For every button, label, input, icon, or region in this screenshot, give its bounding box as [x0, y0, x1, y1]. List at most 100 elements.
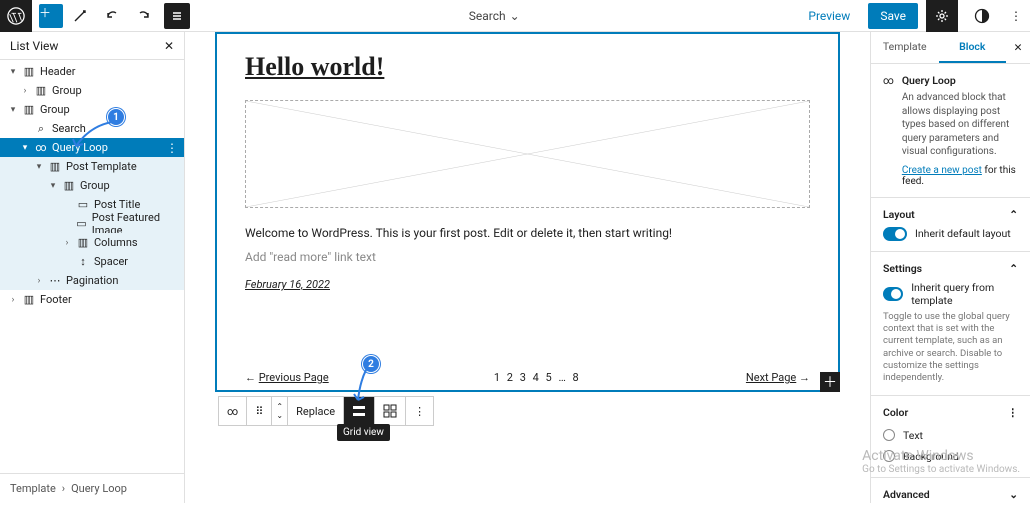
- sidebar-close-icon[interactable]: ✕: [1006, 32, 1030, 63]
- loop-icon: ∞: [883, 74, 894, 87]
- layout-section: Layout ⌃ Inherit default layout: [871, 198, 1030, 252]
- loop-icon: ∞: [34, 141, 48, 154]
- readmore-input[interactable]: Add "read more" link text: [245, 250, 810, 264]
- block-description: An advanced block that allows displaying…: [902, 91, 1018, 159]
- toggle-on-icon: [883, 227, 907, 241]
- settings-title: Settings: [883, 262, 922, 275]
- block-name: Query Loop: [902, 74, 1018, 87]
- featured-image-placeholder[interactable]: [245, 100, 810, 208]
- move-arrows[interactable]: ⌃⌄: [272, 397, 288, 425]
- more-icon[interactable]: ⋮: [1008, 406, 1019, 419]
- post-title[interactable]: Hello world!: [245, 52, 810, 82]
- more-icon[interactable]: ⋮: [166, 141, 178, 155]
- listview-header: List View ✕: [0, 32, 184, 60]
- more-menu[interactable]: ⋮: [1006, 0, 1026, 32]
- preview-button[interactable]: Preview: [798, 3, 860, 29]
- drag-handle-icon[interactable]: ⠿: [247, 397, 272, 425]
- color-bg-row[interactable]: Background: [883, 446, 1018, 467]
- topbar-right: Preview Save ⋮: [798, 0, 1030, 32]
- sidebar-tabs: Template Block ✕: [871, 32, 1030, 64]
- tab-template[interactable]: Template: [871, 32, 939, 63]
- close-icon[interactable]: ✕: [164, 39, 174, 53]
- breadcrumb: Template › Query Loop: [0, 473, 184, 503]
- template-icon: ▥: [48, 160, 62, 173]
- tree-item-group[interactable]: ▾▥Group: [0, 176, 184, 195]
- block-info-section: ∞ Query Loop An advanced block that allo…: [871, 64, 1030, 198]
- listview-panel: List View ✕ ▾▥Header ›▥Group ▾▥Group ⌕Se…: [0, 32, 185, 503]
- group-icon: ▥: [34, 84, 48, 97]
- layout-title: Layout: [883, 208, 915, 221]
- canvas-inner: Hello world! Welcome to WordPress. This …: [215, 32, 840, 503]
- save-button[interactable]: Save: [868, 3, 918, 29]
- grid-view-layout-button[interactable]: [375, 397, 406, 425]
- breadcrumb-leaf[interactable]: Query Loop: [71, 482, 127, 495]
- tree-item-group[interactable]: ›▥Group: [0, 81, 184, 100]
- editor-canvas: Hello world! Welcome to WordPress. This …: [185, 32, 870, 503]
- chevron-down-icon: ⌄: [1009, 488, 1018, 501]
- post-content[interactable]: Welcome to WordPress. This is your first…: [245, 226, 810, 240]
- columns-icon: ▥: [76, 236, 90, 249]
- toggle-on-icon: [883, 287, 903, 301]
- spacer-icon: ↕: [76, 255, 90, 268]
- color-swatch-icon: [883, 450, 895, 462]
- color-section: Color ⋮ Text Background: [871, 396, 1030, 478]
- listview-toggle[interactable]: [164, 3, 190, 29]
- callout-arrow-1: [70, 118, 116, 152]
- create-post-link[interactable]: Create a new post: [902, 165, 982, 176]
- tree-item-columns[interactable]: ›▥Columns: [0, 233, 184, 252]
- listview-title: List View: [10, 39, 58, 53]
- callout-arrow-2: [352, 368, 372, 404]
- chevron-down-icon: ⌄: [510, 9, 520, 23]
- group-icon: ▥: [62, 179, 76, 192]
- group-icon: ▥: [22, 103, 36, 116]
- image-icon: ▭: [75, 217, 88, 230]
- pagination-numbers[interactable]: 1 2 3 4 5 … 8: [494, 371, 581, 384]
- tree-item-header[interactable]: ▾▥Header: [0, 62, 184, 81]
- color-title: Color: [883, 406, 908, 419]
- advanced-section[interactable]: Advanced⌄: [871, 478, 1030, 511]
- tree-item-group[interactable]: ▾▥Group: [0, 100, 184, 119]
- add-block-inline[interactable]: ＋: [820, 372, 840, 392]
- header-icon: ▥: [22, 65, 36, 78]
- tab-block[interactable]: Block: [939, 32, 1007, 63]
- wordpress-logo[interactable]: [0, 0, 32, 32]
- block-toolbar: ∞ ⠿ ⌃⌄ Replace ⋮: [218, 396, 434, 426]
- undo-button[interactable]: [96, 0, 128, 32]
- tooltip: Grid view: [337, 424, 390, 441]
- add-block-button[interactable]: ＋: [32, 0, 64, 32]
- replace-button[interactable]: Replace: [288, 397, 344, 425]
- document-title-label: Search: [469, 9, 506, 23]
- settings-sidebar: Template Block ✕ ∞ Query Loop An advance…: [870, 32, 1030, 503]
- block-type-icon[interactable]: ∞: [219, 397, 247, 425]
- inherit-query-toggle[interactable]: Inherit query from template: [883, 281, 1018, 307]
- pagination: ← Previous Page 1 2 3 4 5 … 8 Next Page …: [245, 371, 810, 384]
- tools-button[interactable]: [64, 0, 96, 32]
- inherit-layout-toggle[interactable]: Inherit default layout: [883, 227, 1018, 241]
- settings-help: Toggle to use the global query context t…: [883, 311, 1018, 385]
- settings-button[interactable]: [926, 0, 958, 32]
- post-template[interactable]: Hello world! Welcome to WordPress. This …: [217, 34, 838, 291]
- query-loop-block[interactable]: Hello world! Welcome to WordPress. This …: [215, 32, 840, 392]
- redo-button[interactable]: [128, 0, 160, 32]
- post-date[interactable]: February 16, 2022: [245, 278, 810, 291]
- document-title[interactable]: Search ⌄: [190, 9, 798, 23]
- block-more-menu[interactable]: ⋮: [406, 397, 433, 425]
- color-swatch-icon: [883, 429, 895, 441]
- settings-section: Settings ⌃ Inherit query from template To…: [871, 252, 1030, 396]
- chevron-up-icon[interactable]: ⌃: [1009, 208, 1018, 221]
- tree-item-footer[interactable]: ›▥Footer: [0, 290, 184, 309]
- search-icon: ⌕: [34, 122, 48, 136]
- chevron-up-icon[interactable]: ⌃: [1009, 262, 1018, 275]
- styles-button[interactable]: [966, 0, 998, 32]
- tree-item-featured-image[interactable]: ▭Post Featured Image: [0, 214, 184, 233]
- tree-item-pagination[interactable]: ›⋯Pagination: [0, 271, 184, 290]
- pagination-next[interactable]: Next Page →: [746, 371, 810, 384]
- color-text-row[interactable]: Text: [883, 425, 1018, 446]
- breadcrumb-root[interactable]: Template: [10, 482, 56, 495]
- topbar: ＋ Search ⌄ Preview Save ⋮: [0, 0, 1030, 32]
- tree-item-post-template[interactable]: ▾▥Post Template: [0, 157, 184, 176]
- footer-icon: ▥: [22, 293, 36, 306]
- pagination-prev[interactable]: ← Previous Page: [245, 371, 329, 384]
- tree-item-spacer[interactable]: ↕Spacer: [0, 252, 184, 271]
- title-icon: ▭: [76, 198, 90, 211]
